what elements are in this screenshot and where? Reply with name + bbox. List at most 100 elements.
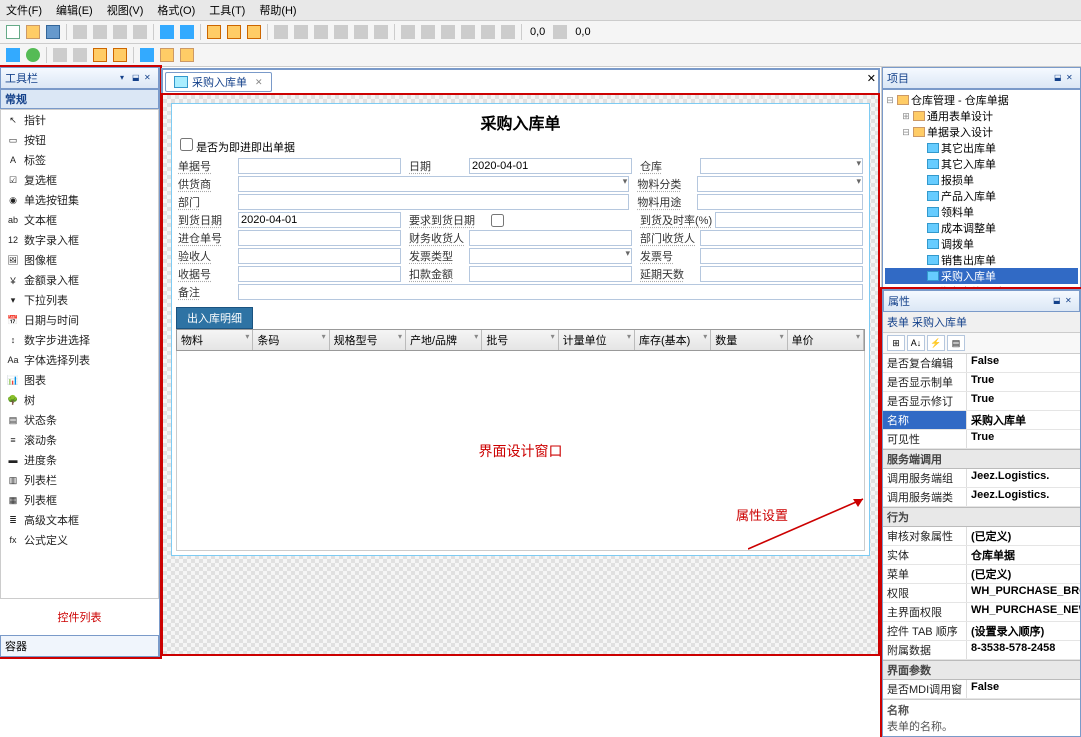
tb2-2[interactable] [24, 46, 42, 64]
grid-column[interactable]: 规格型号 [330, 330, 406, 350]
inp-dept[interactable] [238, 194, 629, 210]
tool-item[interactable]: ab文本框 [1, 210, 158, 230]
inp-invno[interactable] [700, 248, 863, 264]
menu-format[interactable]: 格式(O) [157, 2, 195, 18]
inp-billno[interactable] [238, 158, 401, 174]
form-canvas[interactable]: 采购入库单 是否为即进即出单据 单据号 日期 仓库 供货商 物料分类 部门 物料… [171, 103, 870, 556]
grid-tab[interactable]: 出入库明细 [176, 307, 253, 329]
tree-item[interactable]: 采购入库单 [885, 268, 1078, 284]
inp-date[interactable] [469, 158, 632, 174]
grid-column[interactable]: 批号 [482, 330, 558, 350]
tool-item[interactable]: 📊图表 [1, 370, 158, 390]
panel-pin-icon[interactable]: ⬓ [132, 73, 142, 83]
toolbox-footer[interactable]: 容器 [0, 635, 159, 657]
tb-a3[interactable] [312, 23, 330, 41]
tb-a10[interactable] [459, 23, 477, 41]
menubar[interactable]: 文件(F) 编辑(E) 视图(V) 格式(O) 工具(T) 帮助(H) [0, 0, 1081, 21]
inp-invtype[interactable] [469, 248, 632, 264]
panel-menu-icon[interactable]: ▾ [120, 73, 130, 83]
tab-purchase-in[interactable]: 采购入库单 ✕ [165, 72, 272, 92]
inp-deduct[interactable] [469, 266, 632, 282]
tool-item[interactable]: ▦列表框 [1, 490, 158, 510]
grid-column[interactable]: 数量 [711, 330, 787, 350]
inp-finrecv[interactable] [469, 230, 632, 246]
chk-reqdate[interactable] [491, 214, 504, 227]
tool-item[interactable]: ▥列表栏 [1, 470, 158, 490]
tb2-4[interactable] [71, 46, 89, 64]
tool-item[interactable]: ￥金额录入框 [1, 270, 158, 290]
tool-item[interactable]: ≡滚动条 [1, 430, 158, 450]
prop-cat-icon[interactable]: ⊞ [887, 335, 905, 351]
prop-az-icon[interactable]: A↓ [907, 335, 925, 351]
inp-arrive[interactable] [238, 212, 401, 228]
tb-redo[interactable] [178, 23, 196, 41]
tool-item[interactable]: ↕数字步进选择 [1, 330, 158, 350]
design-surface[interactable]: 采购入库单 是否为即进即出单据 单据号 日期 仓库 供货商 物料分类 部门 物料… [163, 95, 878, 654]
tb-a11[interactable] [479, 23, 497, 41]
toolbox-category[interactable]: 常规 [0, 89, 159, 109]
tool-item[interactable]: 📅日期与时间 [1, 310, 158, 330]
tb2-8[interactable] [158, 46, 176, 64]
tb-open[interactable] [24, 23, 42, 41]
inp-inbill[interactable] [238, 230, 401, 246]
inp-delay[interactable] [700, 266, 863, 282]
tool-item[interactable]: ▬进度条 [1, 450, 158, 470]
panel-close-icon[interactable]: ✕ [144, 73, 154, 83]
tb2-6[interactable] [111, 46, 129, 64]
tool-item[interactable]: ≣高级文本框 [1, 510, 158, 530]
tree-item[interactable]: 其它入库单 [885, 156, 1078, 172]
tb-undo[interactable] [158, 23, 176, 41]
tb-paste[interactable] [111, 23, 129, 41]
tree-item[interactable]: 产品入库单 [885, 188, 1078, 204]
tb2-7[interactable] [138, 46, 156, 64]
tb-a5[interactable] [352, 23, 370, 41]
tool-item[interactable]: ◉单选按钮集 [1, 190, 158, 210]
tb-cut[interactable] [71, 23, 89, 41]
panel-close-icon[interactable]: ✕ [1066, 73, 1076, 83]
menu-file[interactable]: 文件(F) [6, 2, 42, 18]
tool-item[interactable]: A标签 [1, 150, 158, 170]
tb2-9[interactable] [178, 46, 196, 64]
tab-close-icon[interactable]: ✕ [255, 77, 263, 88]
tb-a8[interactable] [419, 23, 437, 41]
tree-item[interactable]: 报损单 [885, 172, 1078, 188]
tree-item[interactable]: 领料单 [885, 204, 1078, 220]
prop-events-icon[interactable]: ⚡ [927, 335, 945, 351]
grid-column[interactable]: 产地/品牌 [406, 330, 482, 350]
grid-column[interactable]: 库存(基本) [635, 330, 711, 350]
tb-a1[interactable] [272, 23, 290, 41]
inp-remark[interactable] [238, 284, 863, 300]
tool-item[interactable]: 🖼图像框 [1, 250, 158, 270]
tb2-3[interactable] [51, 46, 69, 64]
tb-del[interactable] [131, 23, 149, 41]
inp-supplier[interactable] [238, 176, 629, 192]
tree-item[interactable]: 成本调整单 [885, 220, 1078, 236]
tool-item[interactable]: 🌳树 [1, 390, 158, 410]
tool-item[interactable]: ☑复选框 [1, 170, 158, 190]
inp-deptrecv[interactable] [700, 230, 863, 246]
tb2-5[interactable] [91, 46, 109, 64]
tb-a7[interactable] [399, 23, 417, 41]
tool-item[interactable]: Aa字体选择列表 [1, 350, 158, 370]
tb-save[interactable] [44, 23, 62, 41]
inp-rate[interactable] [715, 212, 863, 228]
tool-item[interactable]: ▭按钮 [1, 130, 158, 150]
tb-a6[interactable] [372, 23, 390, 41]
tb-a2[interactable] [292, 23, 310, 41]
project-tree[interactable]: ⊟仓库管理 - 仓库单据 ⊞通用表单设计 ⊟单据录入设计 其它出库单其它入库单报… [882, 89, 1081, 289]
inp-wh[interactable] [700, 158, 863, 174]
prop-page-icon[interactable]: ▤ [947, 335, 965, 351]
tb-new[interactable] [4, 23, 22, 41]
tb-a9[interactable] [439, 23, 457, 41]
tb-a4[interactable] [332, 23, 350, 41]
menu-view[interactable]: 视图(V) [107, 2, 144, 18]
prop-grid[interactable]: 是否复合编辑False 是否显示制单True 是否显示修订True 名称采购入库… [883, 354, 1080, 699]
inp-matclass[interactable] [697, 176, 863, 192]
menu-tools[interactable]: 工具(T) [209, 2, 245, 18]
inp-matuse[interactable] [697, 194, 863, 210]
tool-item[interactable]: ▾下拉列表 [1, 290, 158, 310]
grid-column[interactable]: 条码 [253, 330, 329, 350]
panel-pin-icon[interactable]: ⬓ [1053, 296, 1063, 306]
inp-checker[interactable] [238, 248, 401, 264]
tree-item[interactable]: 其它出库单 [885, 140, 1078, 156]
